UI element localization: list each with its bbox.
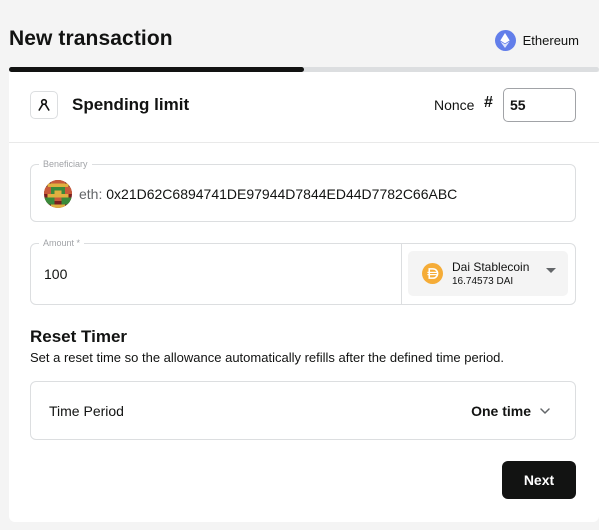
card-header: Spending limit Nonce # (9, 72, 599, 143)
time-period-select[interactable]: Time Period One time (30, 381, 576, 440)
amount-input[interactable] (44, 266, 344, 282)
spending-limit-icon (30, 91, 58, 119)
beneficiary-field[interactable]: Beneficiary eth: 0x21D62C6894741DE97944D… (30, 159, 576, 222)
amount-legend: Amount * (39, 238, 85, 249)
beneficiary-avatar (44, 180, 72, 208)
transaction-type-title: Spending limit (72, 95, 190, 114)
nonce-hash: # (484, 94, 493, 111)
token-select[interactable]: Dai Stablecoin 16.74573 DAI (408, 251, 568, 296)
page-header: New transaction Ethereum (0, 0, 599, 68)
reset-timer-description: Set a reset time so the allowance automa… (30, 350, 505, 365)
transaction-card: Spending limit Nonce # Beneficiary (9, 72, 599, 522)
chain-indicator: Ethereum (494, 30, 579, 51)
beneficiary-legend: Beneficiary (39, 159, 92, 170)
chevron-down-icon (539, 404, 551, 422)
ethereum-icon (494, 30, 516, 51)
beneficiary-address: eth: 0x21D62C6894741DE97944D7844ED44D778… (79, 186, 457, 202)
reset-timer-title: Reset Timer (30, 327, 128, 346)
page-title: New transaction (9, 27, 173, 50)
next-button[interactable]: Next (502, 461, 576, 499)
time-period-label: Time Period (49, 403, 124, 419)
chain-prefix: eth: (79, 186, 103, 202)
nonce-input[interactable] (503, 88, 576, 122)
nonce-label: Nonce (434, 97, 475, 113)
amount-field: Amount * Dai Stablecoin 16.74573 DAI (30, 238, 576, 305)
chain-name: Ethereum (522, 33, 579, 48)
address-text: 0x21D62C6894741DE97944D7844ED44D7782C66A… (106, 186, 458, 202)
amount-divider (401, 244, 402, 304)
token-name: Dai Stablecoin (452, 260, 530, 274)
token-balance: 16.74573 DAI (452, 276, 514, 287)
dai-icon (422, 263, 443, 284)
time-period-value: One time (471, 403, 531, 419)
caret-down-icon (546, 268, 556, 273)
